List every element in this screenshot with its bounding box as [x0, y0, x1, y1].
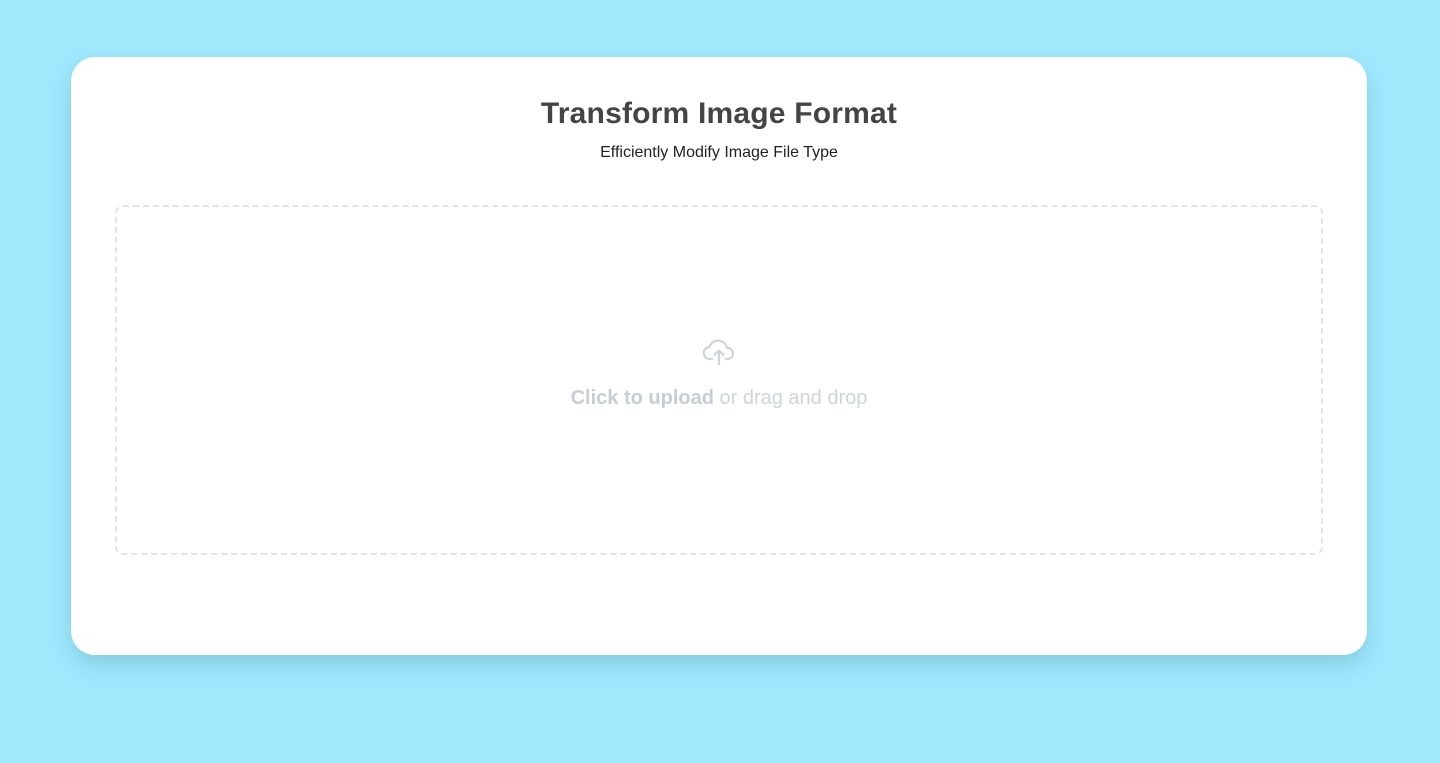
click-to-upload-link[interactable]: Click to upload [571, 387, 714, 409]
drag-and-drop-text: or drag and drop [719, 387, 868, 409]
upload-dropzone[interactable]: Click to upload or drag and drop [115, 205, 1323, 555]
upload-instructions: Click to upload or drag and drop [117, 387, 1321, 410]
page-subtitle: Efficiently Modify Image File Type [600, 144, 838, 161]
cloud-upload-icon [702, 339, 735, 366]
converter-card: Transform Image Format Efficiently Modif… [71, 57, 1367, 655]
page-title: Transform Image Format [540, 97, 898, 130]
